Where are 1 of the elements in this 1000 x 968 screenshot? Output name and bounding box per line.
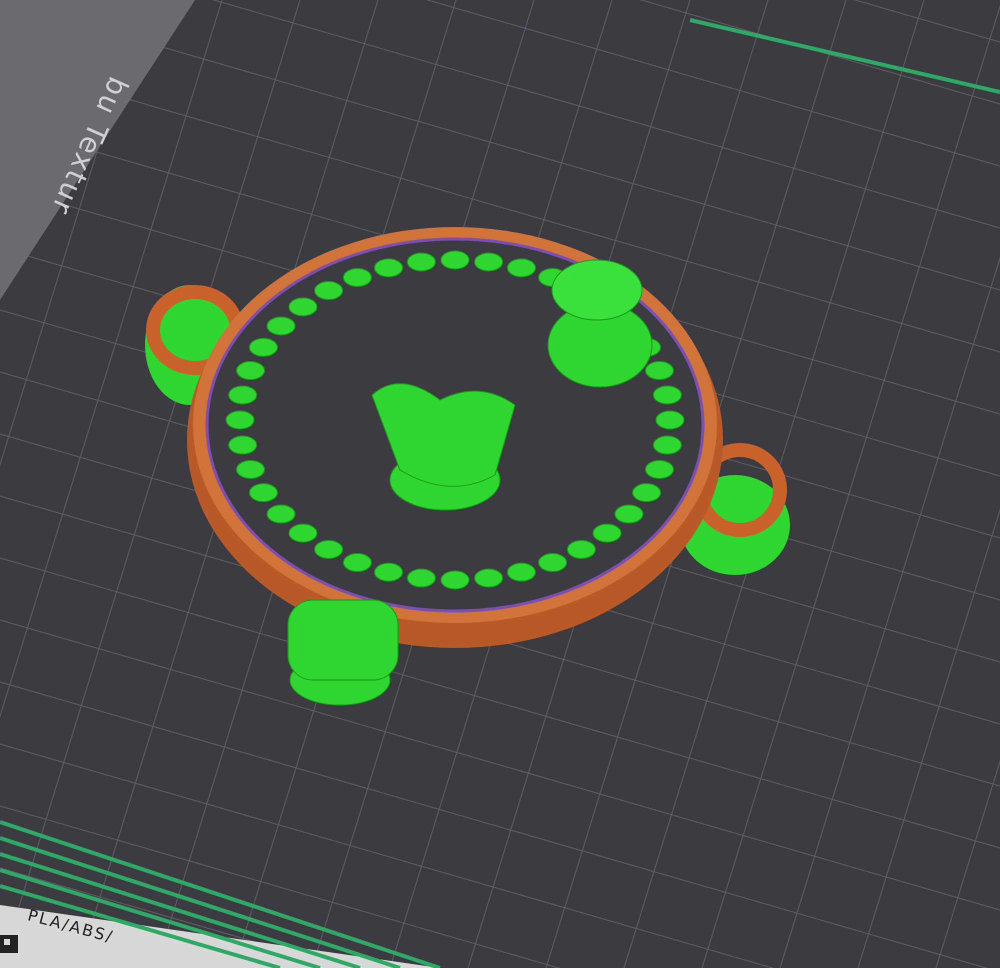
plate-logo-icon	[0, 935, 18, 953]
